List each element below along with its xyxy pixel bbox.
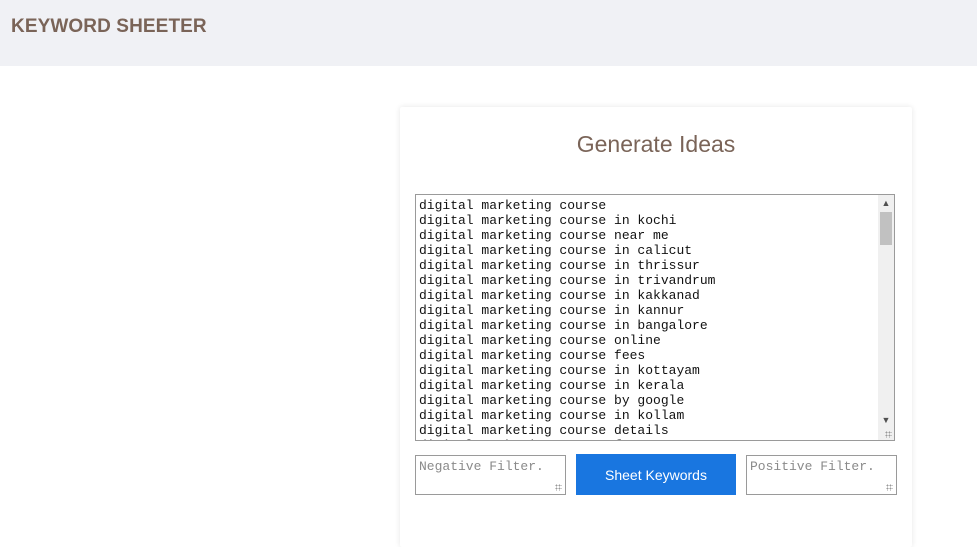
keyword-idea-line: digital marketing course online — [419, 333, 661, 348]
scroll-up-icon[interactable]: ▲ — [878, 195, 894, 211]
vertical-scrollbar[interactable]: ▲ ▼ — [878, 195, 894, 440]
keyword-idea-line: digital marketing course in trivandrum — [419, 273, 716, 288]
negative-filter-input[interactable] — [415, 455, 566, 495]
keyword-idea-line: digital marketing course in kottayam — [419, 363, 700, 378]
keyword-ideas-list: digital marketing course digital marketin… — [419, 198, 716, 440]
keyword-idea-line: digital marketing course fees — [419, 348, 646, 363]
brand-logo-text[interactable]: KEYWORD SHEETER — [11, 16, 207, 38]
scroll-thumb[interactable] — [880, 212, 892, 245]
keyword-idea-line: digital marketing course in calicut — [419, 243, 693, 258]
scroll-down-icon[interactable]: ▼ — [878, 412, 894, 428]
keyword-idea-line: digital marketing course in kerala — [419, 378, 685, 393]
keyword-idea-line: digital marketing course in kannur — [419, 303, 685, 318]
keyword-idea-line: digital marketing course in kakkanad — [419, 288, 700, 303]
keyword-idea-line: digital marketing course in thrissur — [419, 258, 700, 273]
keyword-idea-line: digital marketing course near me — [419, 228, 669, 243]
keyword-ideas-textarea[interactable]: digital marketing course digital marketin… — [415, 194, 895, 441]
keyword-idea-line: digital marketing course by google — [419, 393, 685, 408]
sheet-keywords-button[interactable]: Sheet Keywords — [576, 454, 736, 495]
keyword-idea-line: digital marketing course details — [419, 423, 669, 438]
keyword-idea-line: digital marketing course free — [419, 438, 715, 440]
positive-filter-input[interactable] — [746, 455, 897, 495]
resize-grip-icon[interactable] — [886, 484, 893, 491]
keyword-idea-line: digital marketing course — [419, 198, 607, 213]
card-title: Generate Ideas — [576, 131, 736, 157]
generate-ideas-card: Generate Ideas digital marketing course d… — [400, 107, 912, 547]
keyword-idea-line: digital marketing course in kollam — [419, 408, 685, 423]
keyword-idea-line: digital marketing course in bangalore — [419, 318, 708, 333]
keyword-idea-line: digital marketing course in kochi — [419, 213, 677, 228]
resize-grip-icon[interactable] — [555, 484, 562, 491]
resize-grip-icon[interactable] — [885, 431, 892, 438]
top-navbar: KEYWORD SHEETER — [0, 0, 977, 66]
